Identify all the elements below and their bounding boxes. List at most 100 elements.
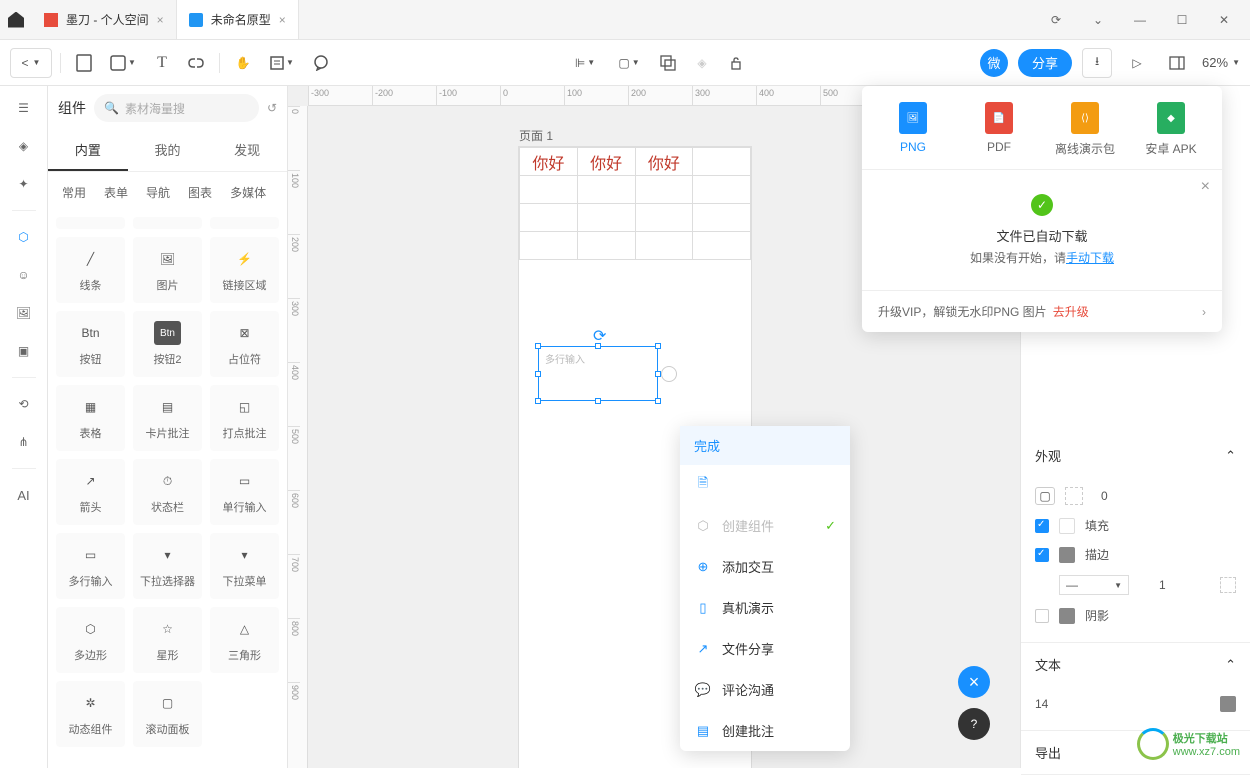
upgrade-link[interactable]: 去升级 [1053, 303, 1089, 320]
radius-value[interactable]: 0 [1101, 489, 1108, 503]
component-item[interactable]: ▾下拉选择器 [133, 533, 202, 599]
rail-icons[interactable]: ▣ [12, 339, 36, 363]
align-tool[interactable]: ⊫▼ [565, 48, 605, 78]
stroke-style[interactable] [1220, 577, 1236, 593]
close-button[interactable]: ✕ [1208, 4, 1240, 36]
comment-tool[interactable] [306, 48, 336, 78]
rail-tree[interactable]: ⟲ [12, 392, 36, 416]
component-item[interactable]: Btn按钮2 [133, 311, 202, 377]
component-item[interactable]: ⬡多边形 [56, 607, 125, 673]
group-tool[interactable] [653, 48, 683, 78]
hand-tool[interactable]: ✋ [228, 48, 258, 78]
tab-mine[interactable]: 我的 [128, 130, 208, 171]
component-item[interactable]: △三角形 [210, 607, 279, 673]
section-appearance[interactable]: 外观⌃ [1021, 434, 1250, 477]
chevron-right-icon[interactable]: › [1202, 305, 1206, 319]
export-tab-pdf[interactable]: 📄PDF [956, 102, 1042, 157]
component-item[interactable]: ⏱状态栏 [133, 459, 202, 525]
arrange-tool[interactable]: ▢▼ [609, 48, 649, 78]
selected-element[interactable]: 多行输入 [538, 346, 658, 401]
tab-discover[interactable]: 发现 [207, 130, 287, 171]
component-item[interactable]: ▦表格 [56, 385, 125, 451]
download-button[interactable]: ⭳ [1082, 48, 1112, 78]
cat-form[interactable]: 表单 [96, 180, 136, 205]
component-item[interactable]: ◱打点批注 [210, 385, 279, 451]
component-item[interactable]: ▾下拉菜单 [210, 533, 279, 599]
fill-swatch[interactable] [1059, 518, 1075, 534]
zoom-display[interactable]: 62%▼ [1202, 55, 1240, 70]
action-create-component[interactable]: ⬡创建组件✓ [680, 505, 850, 546]
stroke-swatch[interactable] [1059, 547, 1075, 563]
component-item[interactable]: ✲动态组件 [56, 681, 125, 747]
tab-workspace[interactable]: 墨刀 - 个人空间 × [32, 0, 177, 39]
cat-common[interactable]: 常用 [54, 180, 94, 205]
component-item[interactable]: ↗箭头 [56, 459, 125, 525]
fontsize-value[interactable]: 14 [1035, 697, 1048, 711]
cat-nav[interactable]: 导航 [138, 180, 178, 205]
note-tool[interactable]: ▼ [262, 48, 302, 78]
close-icon[interactable]: × [279, 13, 286, 27]
tab-prototype[interactable]: 未命名原型 × [177, 0, 299, 39]
cat-media[interactable]: 多媒体 [222, 180, 274, 205]
export-tab-apk[interactable]: ◆安卓 APK [1128, 102, 1214, 157]
section-text[interactable]: 文本⌃ [1021, 643, 1250, 686]
component-item[interactable]: ⚡链接区域 [210, 237, 279, 303]
play-button[interactable]: ▷ [1122, 48, 1152, 78]
rail-outline[interactable]: ☰ [12, 96, 36, 120]
maximize-button[interactable]: ☐ [1166, 4, 1198, 36]
export-tab-png[interactable]: 🖼PNG [870, 102, 956, 157]
canvas-table[interactable]: 你好你好你好 [519, 147, 751, 260]
back-button[interactable]: <▼ [10, 48, 52, 78]
tab-builtin[interactable]: 内置 [48, 130, 128, 171]
close-icon[interactable]: × [157, 13, 164, 27]
panel-toggle[interactable] [1162, 48, 1192, 78]
shadow-swatch[interactable] [1059, 608, 1075, 624]
action-comment[interactable]: 💬评论沟通 [680, 669, 850, 710]
component-item[interactable]: ▤卡片批注 [133, 385, 202, 451]
component-item[interactable]: ╱线条 [56, 237, 125, 303]
action-save-component[interactable]: 🗎 [680, 465, 850, 505]
page-tool[interactable] [69, 48, 99, 78]
action-annotate[interactable]: ▤创建批注 [680, 710, 850, 751]
history-icon[interactable]: ↺ [267, 101, 277, 115]
component-item[interactable]: ▢滚动面板 [133, 681, 202, 747]
component-item[interactable]: ⊠占位符 [210, 311, 279, 377]
cat-chart[interactable]: 图表 [180, 180, 220, 205]
manual-download-link[interactable]: 手动下载 [1066, 251, 1114, 265]
rail-emoji[interactable]: ☺ [12, 263, 36, 287]
close-icon[interactable]: × [1201, 178, 1210, 196]
component-item[interactable]: Btn按钮 [56, 311, 125, 377]
share-button[interactable]: 分享 [1018, 49, 1072, 77]
text-color-swatch[interactable] [1220, 696, 1236, 712]
rail-ai[interactable]: AI [12, 483, 36, 507]
action-file-share[interactable]: ↗文件分享 [680, 628, 850, 669]
fab-close[interactable]: × [958, 666, 990, 698]
component-item[interactable]: ▭单行输入 [210, 459, 279, 525]
export-tab-offline[interactable]: ⟨⟩离线演示包 [1042, 102, 1128, 157]
fab-help[interactable]: ? [958, 708, 990, 740]
link-tool[interactable] [181, 48, 211, 78]
stroke-checkbox[interactable] [1035, 548, 1049, 562]
rail-share[interactable]: ⋔ [12, 430, 36, 454]
action-add-interaction[interactable]: ⊕添加交互 [680, 546, 850, 587]
rail-layers[interactable]: ◈ [12, 134, 36, 158]
lock-tool[interactable] [721, 48, 751, 78]
component-item[interactable]: ▭多行输入 [56, 533, 125, 599]
shape-tool[interactable]: ▼ [103, 48, 143, 78]
fill-checkbox[interactable] [1035, 519, 1049, 533]
stroke-width[interactable]: 1 [1159, 578, 1166, 592]
micro-button[interactable]: 微 [980, 49, 1008, 77]
refresh-button[interactable]: ⟳ [1040, 4, 1072, 36]
component-item[interactable]: 🖼图片 [133, 237, 202, 303]
component-tool[interactable]: ◈ [687, 48, 717, 78]
rail-components[interactable]: ⬡ [12, 225, 36, 249]
home-button[interactable] [0, 4, 32, 36]
rail-assets[interactable]: ✦ [12, 172, 36, 196]
minimize-button[interactable]: — [1124, 4, 1156, 36]
rail-images[interactable]: 🖼 [12, 301, 36, 325]
chevron-down-icon[interactable]: ⌄ [1082, 4, 1114, 36]
text-tool[interactable]: T [147, 48, 177, 78]
search-input[interactable]: 🔍 素材海量搜 [94, 94, 259, 122]
component-item[interactable]: ☆星形 [133, 607, 202, 673]
action-device-preview[interactable]: ▯真机演示 [680, 587, 850, 628]
